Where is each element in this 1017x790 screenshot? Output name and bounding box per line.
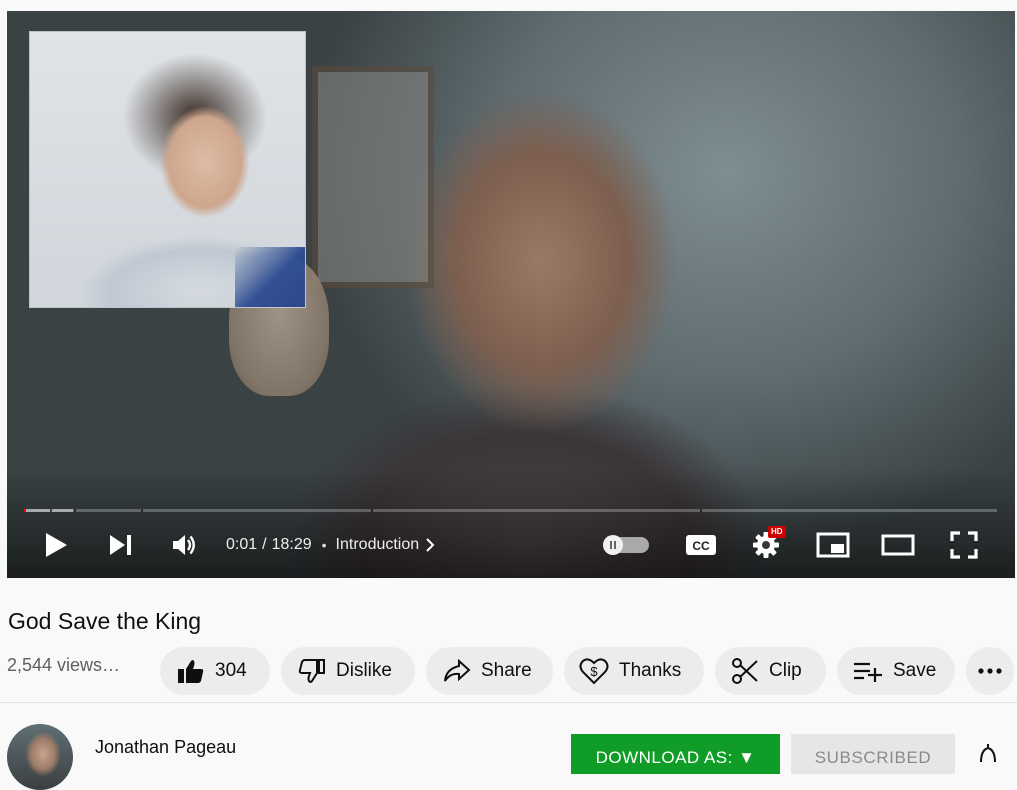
time-separator: / — [262, 536, 267, 553]
chapter-marker — [700, 509, 703, 512]
pause-small-icon — [610, 541, 616, 549]
player-controls: 0:01 / 18:29 • Introduction CC — [7, 522, 1015, 568]
svg-text:$: $ — [590, 664, 598, 679]
chapter-title-button[interactable]: Introduction — [336, 536, 420, 554]
save-label: Save — [893, 660, 937, 681]
fullscreen-icon — [950, 531, 978, 559]
dislike-button[interactable]: Dislike — [281, 647, 415, 695]
scissors-icon — [731, 657, 759, 685]
duration: 18:29 — [271, 536, 312, 553]
video-player[interactable]: 0:01 / 18:29 • Introduction CC — [7, 11, 1015, 578]
like-count: 304 — [215, 660, 247, 681]
chapter-marker — [140, 509, 143, 512]
like-button[interactable]: 304 — [160, 647, 270, 695]
play-icon — [46, 533, 67, 557]
thanks-heart-dollar-icon: $ — [579, 657, 609, 685]
share-icon — [443, 659, 471, 683]
time-display: 0:01 / 18:29 • Introduction — [226, 522, 435, 568]
clip-button[interactable]: Clip — [715, 647, 826, 695]
inset-portrait-sash — [235, 247, 305, 307]
fullscreen-button[interactable] — [947, 522, 981, 568]
volume-icon — [173, 535, 195, 555]
thumbs-down-icon — [298, 658, 326, 684]
dislike-label: Dislike — [336, 660, 392, 681]
chevron-right-icon[interactable] — [425, 537, 435, 553]
captions-icon: CC — [686, 535, 716, 555]
autoplay-toggle[interactable] — [603, 535, 649, 555]
miniplayer-button[interactable] — [815, 522, 851, 568]
thumbs-up-icon — [177, 658, 205, 684]
chapter-marker — [73, 509, 76, 512]
playlist-add-icon — [853, 660, 883, 682]
next-icon — [110, 535, 131, 555]
captions-button[interactable]: CC — [684, 522, 718, 568]
svg-text:CC: CC — [692, 539, 710, 553]
save-button[interactable]: Save — [837, 647, 955, 695]
chapter-marker — [371, 509, 374, 512]
channel-avatar[interactable] — [7, 724, 73, 790]
background-picture-frame — [312, 66, 434, 288]
chapter-separator: • — [321, 537, 327, 553]
hd-badge: HD — [768, 526, 786, 538]
miniplayer-icon — [816, 532, 850, 558]
share-label: Share — [481, 660, 532, 681]
current-time: 0:01 — [226, 536, 258, 553]
play-button[interactable] — [40, 522, 72, 568]
clip-label: Clip — [769, 660, 802, 681]
chapter-marker — [50, 509, 53, 512]
progress-played — [24, 509, 26, 512]
inset-portrait-image — [29, 31, 306, 308]
share-button[interactable]: Share — [426, 647, 553, 695]
theater-mode-icon — [881, 534, 915, 556]
thanks-label: Thanks — [619, 660, 682, 681]
progress-bar[interactable] — [24, 509, 997, 512]
download-as-button[interactable]: DOWNLOAD AS: ▼ — [571, 734, 780, 774]
mute-button[interactable] — [169, 522, 201, 568]
section-divider — [0, 702, 1017, 703]
more-horizontal-icon — [978, 668, 1002, 674]
theater-mode-button[interactable] — [880, 522, 916, 568]
more-actions-button[interactable] — [966, 647, 1014, 695]
progress-buffered — [24, 509, 73, 512]
notification-bell-icon[interactable] — [976, 742, 1000, 769]
autoplay-knob — [603, 535, 623, 555]
channel-name[interactable]: Jonathan Pageau — [95, 737, 236, 758]
video-title: God Save the King — [8, 608, 202, 634]
thanks-button[interactable]: $ Thanks — [564, 647, 704, 695]
next-button[interactable] — [105, 522, 137, 568]
subscribed-button[interactable]: SUBSCRIBED — [791, 734, 955, 774]
view-count[interactable]: 2,544 views… — [7, 655, 120, 676]
